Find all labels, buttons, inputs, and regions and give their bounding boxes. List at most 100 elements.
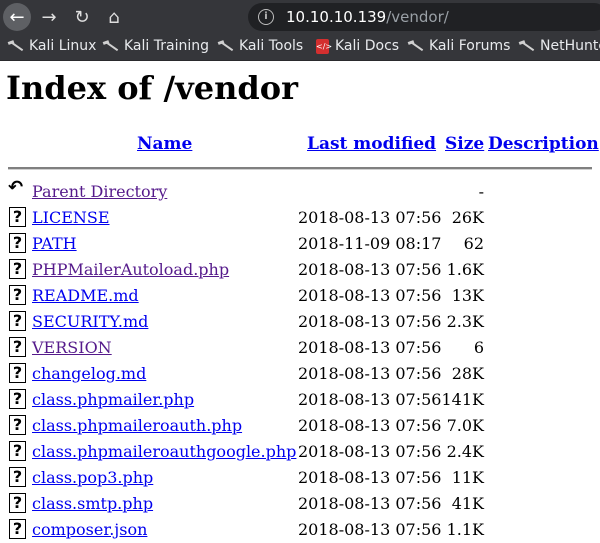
list-item: ? SECURITY.md 2018-08-13 07:56 2.3K bbox=[0, 309, 600, 335]
list-item: ? PHPMailerAutoload.php 2018-08-13 07:56 1.… bbox=[0, 257, 600, 283]
file-size: 6 bbox=[473, 338, 484, 357]
file-size: 2.4K bbox=[446, 442, 484, 461]
file-link[interactable]: class.pop3.php bbox=[32, 468, 153, 487]
file-link[interactable]: class.phpmaileroauthgoogle.php bbox=[32, 442, 296, 461]
browser-toolbar: ← → ↻ ⌂ i 10.10.10.139/vendor/ bbox=[0, 0, 600, 34]
column-header-description[interactable]: Description bbox=[488, 134, 599, 154]
last-modified: 2018-08-13 07:56 bbox=[298, 494, 442, 513]
last-modified: 2018-08-13 07:56 bbox=[298, 468, 442, 487]
info-icon[interactable]: i bbox=[258, 9, 274, 25]
file-size: 26K bbox=[451, 208, 484, 227]
unknown-file-icon: ? bbox=[9, 285, 26, 305]
unknown-file-icon: ? bbox=[9, 519, 26, 539]
column-header-size[interactable]: Size bbox=[445, 134, 484, 154]
column-header-last-modified[interactable]: Last modified bbox=[307, 134, 436, 154]
list-item: ? README.md 2018-08-13 07:56 13K bbox=[0, 283, 600, 309]
page-title: Index of /vendor bbox=[6, 69, 298, 107]
unknown-file-icon: ? bbox=[9, 259, 26, 279]
list-item: ? changelog.md 2018-08-13 07:56 28K bbox=[0, 361, 600, 387]
file-size: - bbox=[478, 182, 484, 201]
list-item: ? class.phpmailer.php 2018-08-13 07:56 141K bbox=[0, 387, 600, 413]
file-link[interactable]: class.phpmaileroauth.php bbox=[32, 416, 242, 435]
unknown-file-icon: ? bbox=[9, 207, 26, 227]
bookmark-kali-tools[interactable]: Kali Tools bbox=[218, 38, 303, 54]
url-host: 10.10.10.139 bbox=[286, 8, 387, 26]
file-size: 28K bbox=[451, 364, 484, 383]
last-modified: 2018-08-13 07:56 bbox=[298, 520, 442, 539]
last-modified: 2018-08-13 07:56 bbox=[298, 338, 442, 357]
bookmark-kali-forums[interactable]: Kali Forums bbox=[408, 38, 510, 54]
file-link[interactable]: class.smtp.php bbox=[32, 494, 153, 513]
list-item: ? VERSION 2018-08-13 07:56 6 bbox=[0, 335, 600, 361]
list-item: ? class.pop3.php 2018-08-13 07:56 11K bbox=[0, 465, 600, 491]
last-modified: 2018-08-13 07:56 bbox=[298, 260, 442, 279]
header-divider bbox=[8, 167, 592, 170]
bookmark-label: Kali Tools bbox=[239, 38, 304, 54]
kali-dragon-icon bbox=[8, 38, 24, 54]
reload-icon[interactable]: ↻ bbox=[68, 3, 96, 31]
bookmark-nethunter[interactable]: NetHunte bbox=[519, 38, 600, 54]
bookmark-label: Kali Docs bbox=[335, 38, 400, 54]
file-link[interactable]: LICENSE bbox=[32, 208, 110, 227]
file-size: 1.6K bbox=[446, 260, 484, 279]
unknown-file-icon: ? bbox=[9, 337, 26, 357]
bookmark-label: NetHunte bbox=[540, 38, 600, 54]
file-size: 2.3K bbox=[446, 312, 484, 331]
bookmark-label: Kali Linux bbox=[29, 38, 97, 54]
file-size: 11K bbox=[451, 468, 484, 487]
file-link[interactable]: SECURITY.md bbox=[32, 312, 148, 331]
last-modified: 2018-08-13 07:56 bbox=[298, 312, 442, 331]
bookmarks-bar: Kali Linux Kali Training Kali Tools </> … bbox=[0, 34, 600, 61]
file-link[interactable]: VERSION bbox=[32, 338, 112, 357]
unknown-file-icon: ? bbox=[9, 467, 26, 487]
list-item: ? class.smtp.php 2018-08-13 07:56 41K bbox=[0, 491, 600, 517]
kali-dragon-icon bbox=[103, 38, 119, 54]
list-item: ? class.phpmaileroauth.php 2018-08-13 07:5… bbox=[0, 413, 600, 439]
file-link[interactable]: PATH bbox=[32, 234, 77, 253]
bookmark-kali-linux[interactable]: Kali Linux bbox=[8, 38, 96, 54]
docs-icon: </> bbox=[316, 38, 332, 54]
file-size: 141K bbox=[441, 390, 485, 409]
url-path: /vendor/ bbox=[386, 8, 449, 26]
unknown-file-icon: ? bbox=[9, 311, 26, 331]
file-size: 1.1K bbox=[446, 520, 484, 539]
file-link[interactable]: composer.json bbox=[32, 520, 147, 539]
unknown-file-icon: ? bbox=[9, 389, 26, 409]
last-modified: 2018-08-13 07:56 bbox=[298, 442, 442, 461]
bookmark-kali-docs[interactable]: </> Kali Docs bbox=[316, 38, 399, 54]
back-arrow-icon[interactable]: ← bbox=[3, 3, 31, 31]
list-item: ? composer.json 2018-08-13 07:56 1.1K bbox=[0, 517, 600, 543]
last-modified: 2018-08-13 07:56 bbox=[298, 208, 442, 227]
bookmark-label: Kali Training bbox=[124, 38, 209, 54]
unknown-file-icon: ? bbox=[9, 493, 26, 513]
forward-arrow-icon[interactable]: → bbox=[35, 3, 63, 31]
home-icon[interactable]: ⌂ bbox=[100, 3, 128, 31]
kali-dragon-icon bbox=[408, 38, 424, 54]
file-size: 7.0K bbox=[446, 416, 484, 435]
back-arrow-icon: ↶ bbox=[7, 177, 24, 198]
file-link[interactable]: PHPMailerAutoload.php bbox=[32, 260, 229, 279]
address-bar[interactable]: i 10.10.10.139/vendor/ bbox=[248, 3, 600, 31]
unknown-file-icon: ? bbox=[9, 415, 26, 435]
last-modified: 2018-11-09 08:17 bbox=[298, 234, 442, 253]
last-modified: 2018-08-13 07:56 bbox=[298, 364, 442, 383]
kali-dragon-icon bbox=[519, 38, 535, 54]
list-item: ↶ Parent Directory - bbox=[0, 179, 600, 205]
last-modified: 2018-08-13 07:56 bbox=[298, 416, 442, 435]
list-item: ? PATH 2018-11-09 08:17 62 bbox=[0, 231, 600, 257]
file-link[interactable]: Parent Directory bbox=[32, 182, 167, 201]
unknown-file-icon: ? bbox=[9, 233, 26, 253]
column-header-name[interactable]: Name bbox=[137, 134, 192, 154]
file-link[interactable]: class.phpmailer.php bbox=[32, 390, 194, 409]
unknown-file-icon: ? bbox=[9, 441, 26, 461]
file-size: 13K bbox=[451, 286, 484, 305]
bookmark-label: Kali Forums bbox=[429, 38, 511, 54]
file-link[interactable]: README.md bbox=[32, 286, 139, 305]
file-link[interactable]: changelog.md bbox=[32, 364, 146, 383]
kali-dragon-icon bbox=[218, 38, 234, 54]
file-size: 41K bbox=[451, 494, 484, 513]
list-item: ? class.phpmaileroauthgoogle.php 2018-08-1… bbox=[0, 439, 600, 465]
last-modified: 2018-08-13 07:56 bbox=[298, 390, 442, 409]
bookmark-kali-training[interactable]: Kali Training bbox=[103, 38, 209, 54]
unknown-file-icon: ? bbox=[9, 363, 26, 383]
